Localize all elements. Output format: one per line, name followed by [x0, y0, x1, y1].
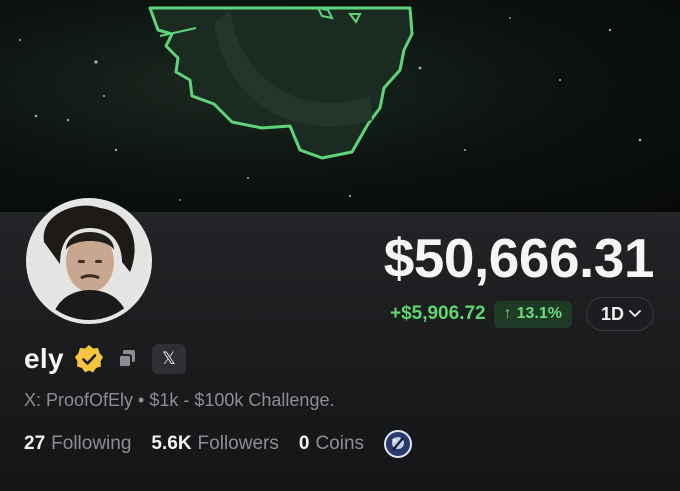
chevron-down-icon	[629, 310, 641, 317]
following-count: 27	[24, 433, 46, 454]
profile-bio: X: ProofOfEly • $1k - $100k Challenge.	[24, 390, 335, 410]
followers-label: Followers	[197, 433, 279, 454]
profile-banner	[0, 0, 680, 212]
timeframe-label: 1D	[600, 303, 624, 324]
change-amount: +$5,906.72	[389, 303, 486, 324]
profile-name-row: ely 𝕏	[24, 342, 186, 376]
followers-count: 5.6K	[151, 433, 192, 454]
x-logo-icon: 𝕏	[161, 349, 176, 369]
following-stat[interactable]: 27 Following	[24, 433, 131, 455]
portfolio-balance: $50,666.31	[383, 227, 655, 289]
banner-artwork	[19, 6, 642, 201]
coins-label: Coins	[315, 433, 365, 454]
copy-icon[interactable]	[116, 348, 138, 370]
following-label: Following	[51, 433, 132, 454]
avatar[interactable]	[26, 198, 152, 324]
verified-badge-icon	[74, 344, 104, 374]
arrow-up-icon: ↑	[503, 305, 512, 322]
coins-stat[interactable]: 0 Coins	[299, 433, 364, 455]
change-percent: 13.1%	[516, 305, 562, 322]
profile-name: ely	[24, 343, 64, 374]
balance-change-row: +$5,906.72 ↑ 13.1% 1D	[390, 297, 654, 331]
coin-badge-icon[interactable]	[384, 430, 413, 458]
coins-count: 0	[298, 433, 310, 454]
avatar-photo	[30, 202, 148, 320]
profile-stats: 27 Following 5.6K Followers 0 Coins	[24, 430, 413, 458]
change-percent-badge: ↑ 13.1%	[493, 300, 572, 328]
timeframe-selector[interactable]: 1D	[585, 297, 654, 331]
followers-stat[interactable]: 5.6K Followers	[151, 433, 278, 455]
x-profile-link-button[interactable]: 𝕏	[151, 344, 186, 374]
